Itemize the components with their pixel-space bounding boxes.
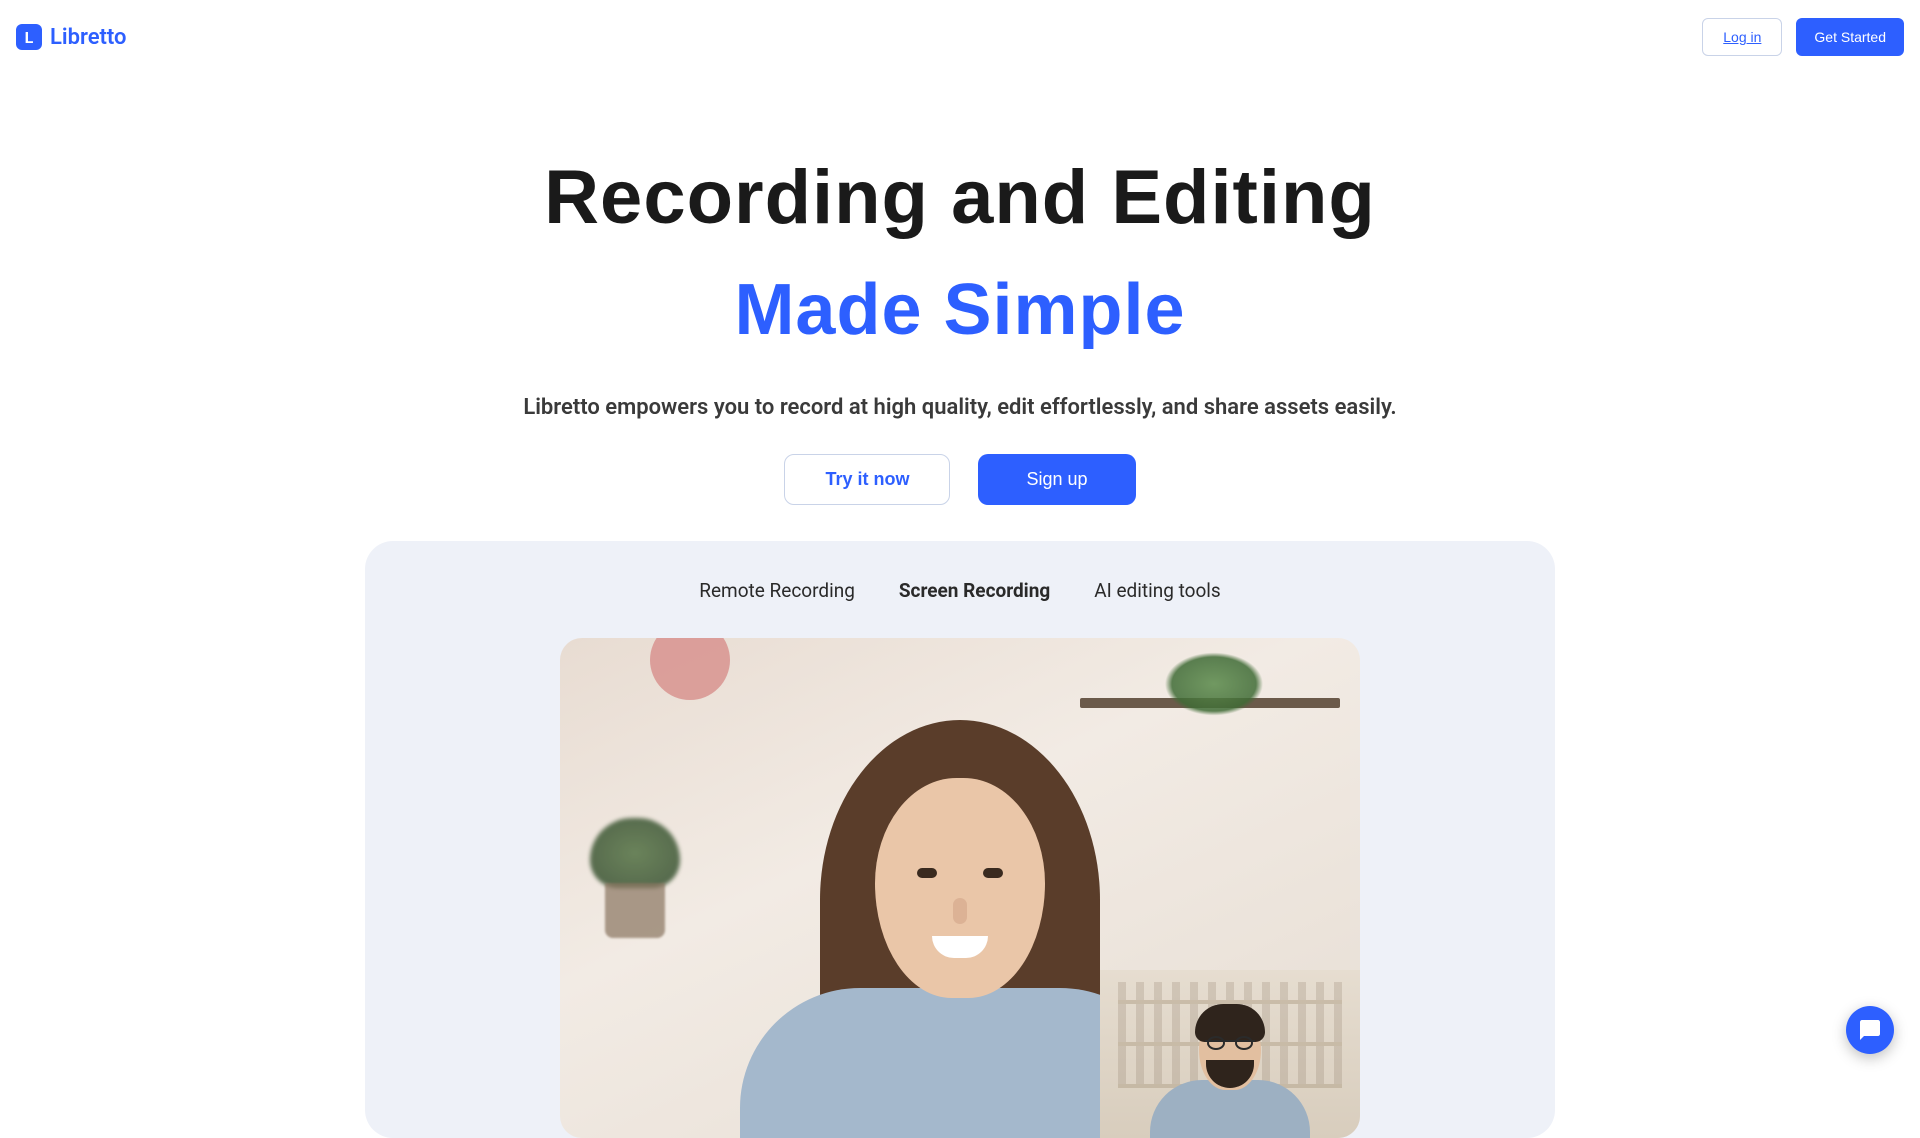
wall-clock-decor [650,638,730,700]
feature-preview-image [560,638,1360,1138]
hero-description: Libretto empowers you to record at high … [0,395,1920,420]
chat-icon [1858,1018,1882,1042]
header-actions: Log in Get Started [1702,18,1904,56]
hero-title: Recording and Editing [0,154,1920,241]
picture-in-picture-speaker [1100,970,1360,1138]
try-it-now-button[interactable]: Try it now [784,454,950,505]
tab-ai-editing-tools[interactable]: AI editing tools [1094,579,1221,602]
hero-cta-row: Try it now Sign up [0,454,1920,505]
chat-widget-button[interactable] [1846,1006,1894,1054]
hero-subtitle: Made Simple [0,269,1920,351]
login-button[interactable]: Log in [1702,18,1782,56]
tab-remote-recording[interactable]: Remote Recording [699,579,855,602]
get-started-button[interactable]: Get Started [1796,18,1904,56]
header: L Libretto Log in Get Started [0,0,1920,74]
logo-icon: L [16,24,42,50]
brand-logo[interactable]: L Libretto [16,24,127,50]
sign-up-button[interactable]: Sign up [978,454,1135,505]
brand-name: Libretto [50,25,127,50]
potted-plant-decor [590,818,680,938]
feature-panel: Remote Recording Screen Recording AI edi… [365,541,1555,1138]
tab-screen-recording[interactable]: Screen Recording [899,579,1050,602]
hero-section: Recording and Editing Made Simple Libret… [0,74,1920,1138]
feature-tabs: Remote Recording Screen Recording AI edi… [365,579,1555,602]
